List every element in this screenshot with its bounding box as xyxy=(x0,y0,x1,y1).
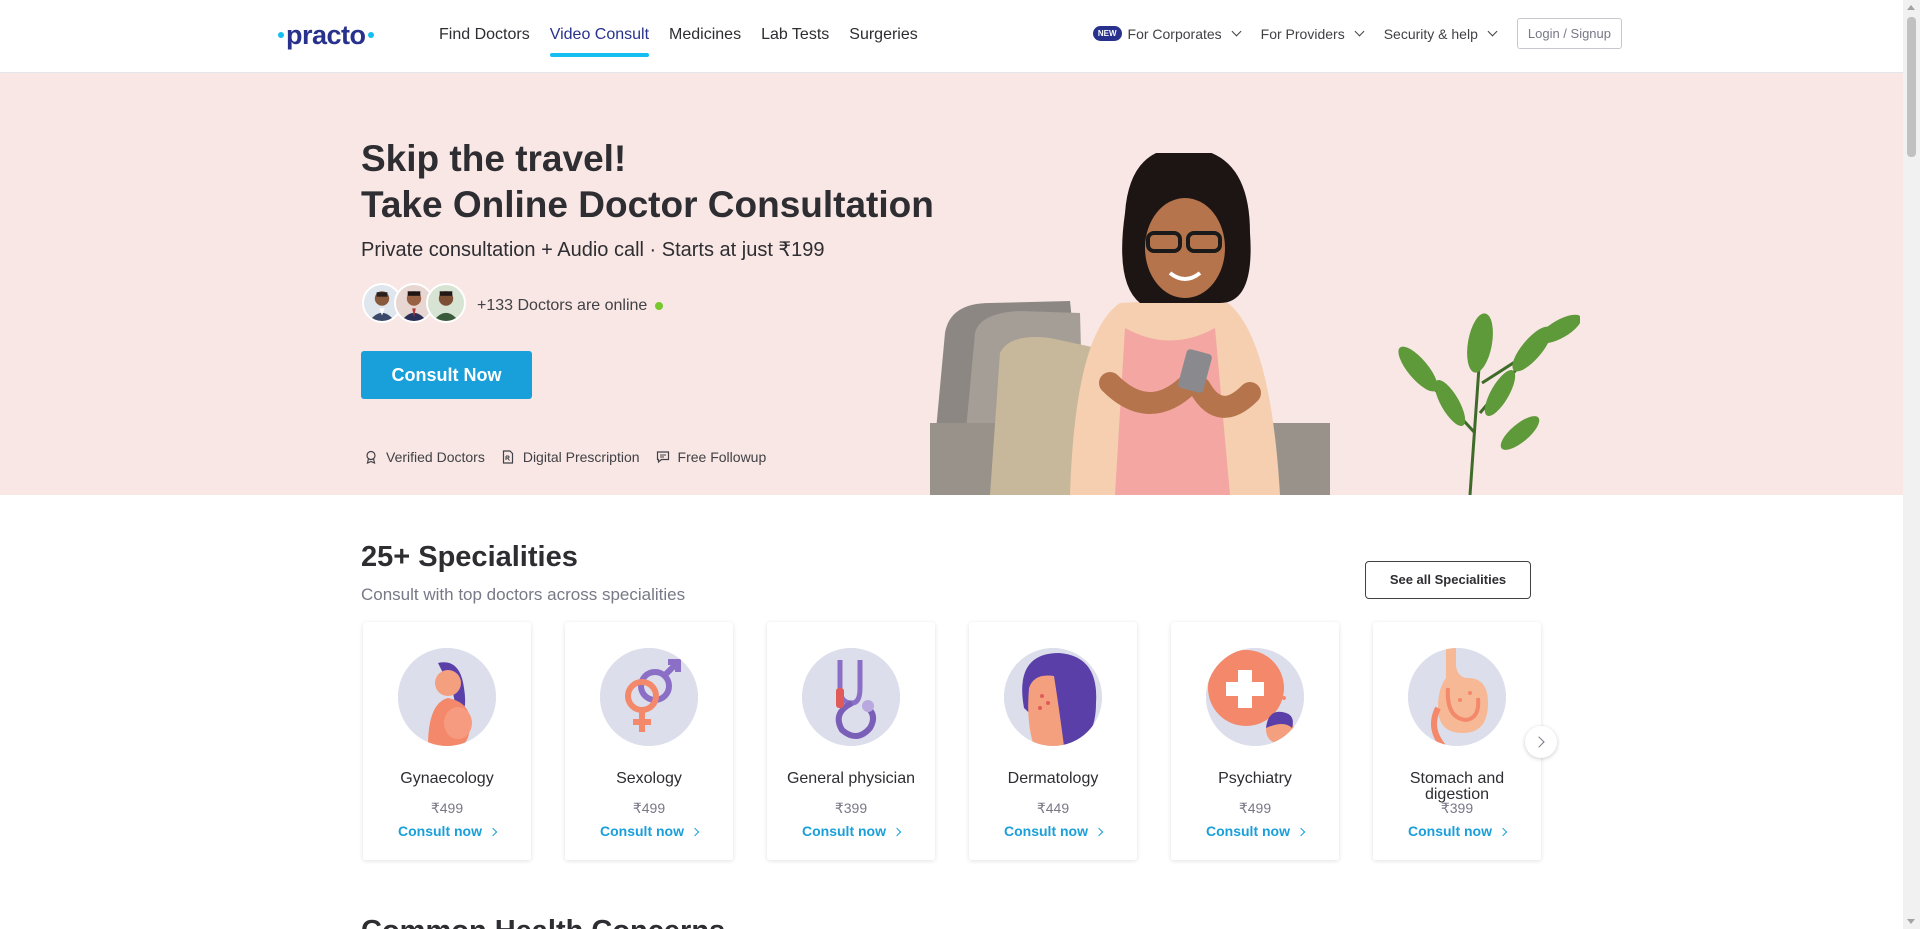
chevron-right-icon xyxy=(1094,827,1104,837)
speciality-card-general-physician[interactable]: General physician ₹399 Consult now xyxy=(767,622,935,860)
gynaecology-icon xyxy=(398,648,496,746)
online-status-dot xyxy=(655,301,664,310)
speciality-price: ₹499 xyxy=(430,800,464,816)
hero-title-line1: Skip the travel! xyxy=(361,138,627,179)
logo-dot-right xyxy=(367,31,374,38)
main-nav: Find Doctors Video Consult Medicines Lab… xyxy=(439,0,918,72)
chevron-right-icon xyxy=(892,827,902,837)
speciality-card-psychiatry[interactable]: Psychiatry ₹499 Consult now xyxy=(1171,622,1339,860)
hero-title-line2: Take Online Doctor Consultation xyxy=(361,184,934,225)
consult-now-link[interactable]: Consult now xyxy=(767,823,935,839)
speciality-price: ₹449 xyxy=(1036,800,1070,816)
security-help-label: Security & help xyxy=(1383,25,1478,42)
consult-now-link[interactable]: Consult now xyxy=(1171,823,1339,839)
chevron-right-icon xyxy=(1296,827,1306,837)
speciality-price: ₹499 xyxy=(632,800,666,816)
for-corporates-label: For Corporates xyxy=(1127,25,1222,42)
hero-banner: Skip the travel! Take Online Doctor Cons… xyxy=(0,73,1903,495)
prescription-icon xyxy=(502,450,513,464)
vertical-scrollbar[interactable] xyxy=(1903,0,1920,929)
practo-logo[interactable]: practo xyxy=(276,20,376,51)
scrollbar-thumb[interactable] xyxy=(1907,17,1916,157)
consult-now-link[interactable]: Consult now xyxy=(363,823,531,839)
speciality-card-sexology[interactable]: Sexology ₹499 Consult now xyxy=(565,622,733,860)
hero-title: Skip the travel! Take Online Doctor Cons… xyxy=(361,136,934,228)
feature-label: Digital Prescription xyxy=(522,449,640,465)
nav-video-consult[interactable]: Video Consult xyxy=(549,0,650,72)
chevron-down-icon xyxy=(1487,26,1498,37)
feature-label: Free Followup xyxy=(677,449,767,465)
consult-now-label: Consult now xyxy=(1206,823,1290,839)
speciality-price: ₹499 xyxy=(1238,800,1272,816)
chat-icon xyxy=(656,451,669,464)
speciality-name: Gynaecology xyxy=(400,770,494,787)
chevron-right-icon xyxy=(690,827,700,837)
feature-verified-doctors: Verified Doctors xyxy=(364,449,485,465)
hero-subtitle: Private consultation + Audio call · Star… xyxy=(361,239,825,261)
common-health-concerns-title: Common Health Concerns xyxy=(361,915,725,929)
stomach-icon xyxy=(1408,648,1506,748)
doctor-avatars xyxy=(362,283,466,323)
speciality-card-stomach-digestion[interactable]: Stomach and digestion ₹399 Consult now xyxy=(1373,622,1541,860)
for-providers-menu[interactable]: For Providers xyxy=(1261,26,1365,42)
doctors-online-text: +133 Doctors are online xyxy=(477,297,664,315)
scroll-down-arrow-icon[interactable] xyxy=(1907,919,1915,924)
consult-now-link[interactable]: Consult now xyxy=(565,823,733,839)
dermatology-icon xyxy=(1004,648,1102,746)
nav-lab-tests[interactable]: Lab Tests xyxy=(761,0,829,72)
nav-medicines[interactable]: Medicines xyxy=(669,0,741,72)
consult-now-label: Consult now xyxy=(802,823,886,839)
right-nav: NEW For Corporates For Providers Securit… xyxy=(1092,18,1622,49)
speciality-name: General physician xyxy=(786,770,916,787)
chevron-right-icon xyxy=(1498,827,1508,837)
speciality-name: Psychiatry xyxy=(1218,770,1292,787)
specialities-title: 25+ Specialities xyxy=(361,541,578,573)
consult-now-label: Consult now xyxy=(600,823,684,839)
nav-surgeries[interactable]: Surgeries xyxy=(849,0,917,72)
woman-with-phone-illustration xyxy=(930,153,1580,495)
chevron-down-icon xyxy=(1354,26,1365,37)
logo-text: practo xyxy=(286,20,366,50)
speciality-name: Sexology xyxy=(616,770,682,787)
feature-label: Verified Doctors xyxy=(386,449,485,465)
scroll-up-arrow-icon[interactable] xyxy=(1907,5,1915,10)
speciality-card-dermatology[interactable]: Dermatology ₹449 Consult now xyxy=(969,622,1137,860)
chevron-right-icon xyxy=(488,827,498,837)
nav-find-doctors[interactable]: Find Doctors xyxy=(439,0,530,72)
consult-now-link[interactable]: Consult now xyxy=(969,823,1137,839)
speciality-price: ₹399 xyxy=(834,800,868,816)
login-signup-button[interactable]: Login / Signup xyxy=(1516,18,1622,49)
logo-dot-left xyxy=(278,31,284,38)
hero-features: Verified Doctors Digital Prescription Fr… xyxy=(364,449,766,465)
specialities-subtitle: Consult with top doctors across speciali… xyxy=(361,585,686,604)
top-header: practo Find Doctors Video Consult Medici… xyxy=(0,0,1903,73)
speciality-card-gynaecology[interactable]: Gynaecology ₹499 Consult now xyxy=(363,622,531,860)
see-all-specialities-button[interactable]: See all Specialities xyxy=(1365,561,1531,599)
chevron-down-icon xyxy=(1231,26,1242,37)
consult-now-button[interactable]: Consult Now xyxy=(361,351,532,399)
speciality-name: Dermatology xyxy=(1007,770,1099,787)
consult-now-label: Consult now xyxy=(398,823,482,839)
new-badge: NEW xyxy=(1092,26,1122,41)
for-corporates-menu[interactable]: NEW For Corporates xyxy=(1092,25,1242,42)
speciality-price: ₹399 xyxy=(1440,800,1474,816)
consult-now-link[interactable]: Consult now xyxy=(1373,823,1541,839)
sexology-icon xyxy=(600,648,698,746)
doctors-online-label: +133 Doctors are online xyxy=(477,297,648,314)
carousel-next-button[interactable] xyxy=(1525,726,1557,758)
consult-now-label: Consult now xyxy=(1408,823,1492,839)
speciality-name: Stomach and digestion xyxy=(1409,770,1505,803)
stethoscope-icon xyxy=(802,648,900,746)
for-providers-label: For Providers xyxy=(1260,25,1345,42)
avatar xyxy=(426,283,466,323)
psychiatry-icon xyxy=(1206,648,1304,746)
consult-now-label: Consult now xyxy=(1004,823,1088,839)
feature-free-followup: Free Followup xyxy=(656,449,767,465)
security-help-menu[interactable]: Security & help xyxy=(1384,26,1498,42)
feature-digital-prescription: Digital Prescription xyxy=(501,449,640,465)
badge-icon xyxy=(366,450,376,464)
speciality-cards: Gynaecology ₹499 Consult now Sexology ₹4… xyxy=(363,622,1541,860)
